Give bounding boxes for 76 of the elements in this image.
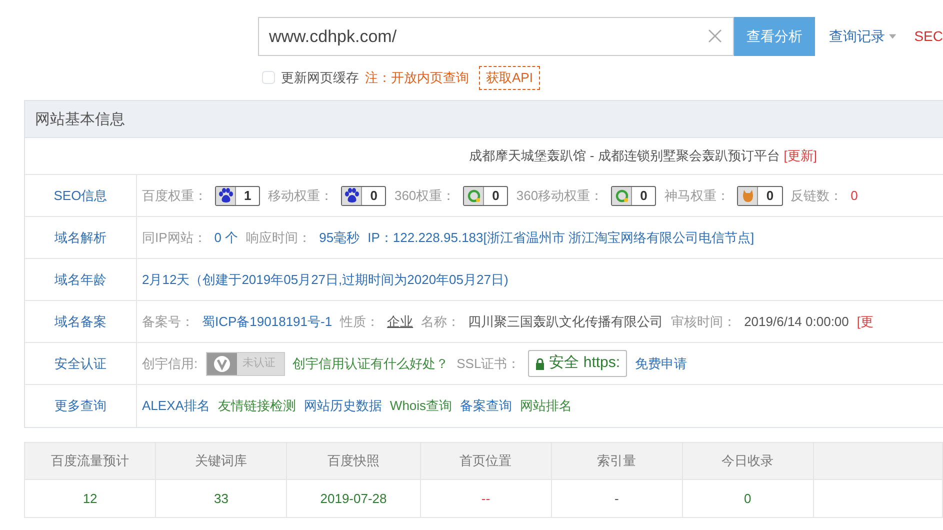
info-link[interactable]: 95毫秒	[319, 228, 360, 248]
row-label: 域名解析	[25, 217, 137, 258]
info-link[interactable]: 0	[850, 186, 858, 206]
field-label: 审核时间：	[671, 312, 736, 331]
info-link[interactable]: 免费申请	[635, 354, 688, 374]
column-header: 百度快照	[286, 442, 420, 480]
info-link[interactable]: 备案查询	[460, 396, 512, 416]
row-label: SEO信息	[25, 175, 137, 216]
ring-icon	[614, 188, 629, 202]
info-link[interactable]: Whois查询	[390, 396, 452, 416]
weight-badge: 0	[341, 186, 386, 206]
url-input-field[interactable]: www.cdhpk.com/	[258, 17, 734, 56]
row-label: 更多查询	[25, 385, 137, 427]
table-cell: 12	[24, 480, 156, 518]
field-label: 百度权重：	[142, 186, 207, 205]
column-header: 首页位置	[420, 442, 552, 480]
field-label: 移动权重：	[268, 186, 334, 205]
row-label: 域名年龄	[25, 259, 137, 300]
field-label: 名称：	[421, 312, 460, 331]
field-label: 神马权重：	[664, 186, 730, 205]
field-label: 响应时间：	[246, 228, 312, 247]
cache-checkbox[interactable]	[262, 71, 275, 84]
field-label: 性质：	[340, 312, 380, 331]
info-link[interactable]: ALEXA排名	[142, 396, 210, 416]
paw-icon	[344, 188, 360, 203]
info-link[interactable]: 0 个	[214, 228, 238, 248]
field-value: 2019/6/14 0:00:00	[744, 312, 849, 331]
info-link[interactable]: 蜀ICP备19018191号-1	[202, 312, 332, 332]
field-label: SSL证书：	[456, 354, 520, 373]
table-cell: 2019-07-28	[286, 480, 420, 518]
column-header: 关键词库	[156, 442, 287, 480]
info-link[interactable]: [更	[856, 312, 874, 332]
weight-badge: 0	[463, 186, 508, 206]
note-text: 注：开放内页查询	[365, 69, 469, 87]
field-value: 四川聚三国轰趴文化传播有限公司	[468, 312, 664, 331]
row-label: 安全认证	[25, 343, 137, 384]
table-cell: 33	[156, 480, 287, 518]
nav-link[interactable]: SEC	[914, 26, 943, 47]
paw-icon	[218, 188, 234, 203]
ssl-badge: 安全 https:	[528, 350, 628, 377]
caret-icon	[889, 34, 896, 39]
table-cell: --	[420, 480, 552, 518]
table-cell: 0	[682, 480, 814, 518]
column-header: 今日收录	[682, 442, 814, 480]
query-history-dropdown[interactable]: 查询记录	[829, 26, 886, 47]
info-link[interactable]: IP：122.228.95.183[浙江省温州市 浙江淘宝网络有限公司电信节点]	[368, 228, 754, 248]
field-label: 反链数：	[790, 186, 843, 205]
row-label: 域名备案	[25, 301, 137, 342]
field-label: 360移动权重：	[516, 186, 604, 205]
get-api-link[interactable]: 获取API	[479, 66, 540, 90]
refresh-link[interactable]: [更新]	[784, 146, 817, 166]
analyze-button[interactable]: 查看分析	[734, 17, 816, 56]
lock-icon	[535, 358, 546, 370]
ring-icon	[466, 188, 481, 202]
weight-badge: 0	[737, 186, 783, 206]
weight-badge: 1	[215, 186, 260, 206]
field-label: 创宇信用:	[142, 354, 198, 373]
close-icon[interactable]	[708, 29, 722, 43]
info-link[interactable]: 2月12天（创建于2019年05月27日,过期时间为2020年05月27日)	[142, 270, 508, 290]
shield-check-icon	[212, 354, 232, 374]
mascot-icon	[742, 188, 754, 202]
checkbox-label: 更新网页缓存	[281, 69, 359, 87]
info-link[interactable]: 创宇信用认证有什么好处？	[292, 354, 449, 374]
info-link[interactable]: 网站历史数据	[304, 396, 382, 416]
panel-title: 网站基本信息	[25, 101, 943, 138]
info-link[interactable]: 企业	[387, 312, 414, 332]
info-link[interactable]: 网站排名	[520, 396, 572, 416]
site-title: 成都摩天城堡轰趴馆 - 成都连锁别墅聚会轰趴预订平台	[469, 147, 780, 166]
field-label: 同IP网站：	[142, 228, 206, 247]
column-header: 索引量	[551, 442, 682, 480]
field-label: 360权重：	[394, 186, 456, 205]
table-cell: -	[551, 480, 682, 518]
field-label: 备案号：	[142, 312, 194, 331]
column-header: 百度流量预计	[24, 442, 156, 480]
weight-badge: 0	[611, 186, 656, 206]
info-link[interactable]: 友情链接检测	[218, 396, 296, 416]
